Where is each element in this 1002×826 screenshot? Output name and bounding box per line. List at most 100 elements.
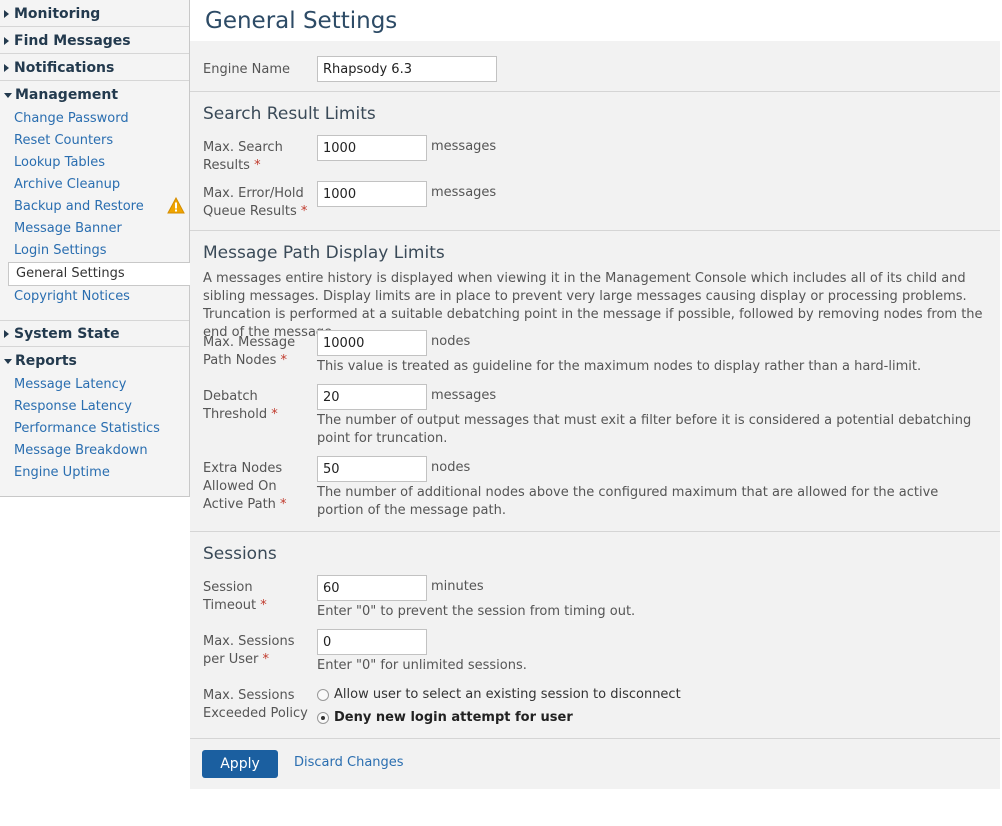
exceeded-policy-label: Max. Sessions Exceeded Policy <box>203 687 308 723</box>
max-path-nodes-label: Max. Message Path Nodes * <box>203 334 308 370</box>
session-timeout-help: Enter "0" to prevent the session from ti… <box>317 604 636 619</box>
policy-option-allow[interactable]: Allow user to select an existing session… <box>317 687 681 702</box>
label-line: Max. Search <box>203 140 283 155</box>
max-search-results-unit: messages <box>431 139 497 154</box>
label-line: Queue Results <box>203 204 297 219</box>
label-line: Timeout <box>203 598 257 613</box>
nav-section-reports[interactable]: Reports <box>0 348 189 374</box>
nav-section-label: Reports <box>15 353 77 369</box>
nav-section-find-messages[interactable]: Find Messages <box>0 28 189 54</box>
session-timeout-unit: minutes <box>431 579 484 594</box>
discard-changes-link[interactable]: Discard Changes <box>294 755 404 770</box>
chevron-right-icon <box>4 9 9 18</box>
session-timeout-input[interactable] <box>317 575 427 601</box>
label-line: Exceeded Policy <box>203 706 308 721</box>
nav-item-change-password[interactable]: Change Password <box>14 110 129 128</box>
chevron-right-icon <box>4 63 9 72</box>
nav-section-label: Management <box>15 87 119 103</box>
nav-item-general-settings[interactable]: General Settings <box>8 262 191 286</box>
session-timeout-label: Session Timeout * <box>203 579 308 615</box>
required-marker: * <box>260 598 267 613</box>
nav-section-system-state[interactable]: System State <box>0 320 189 347</box>
label-line: Max. Sessions <box>203 688 295 703</box>
nav-item-message-banner[interactable]: Message Banner <box>14 220 122 238</box>
required-marker: * <box>271 407 278 422</box>
label-line: Max. Error/Hold <box>203 186 304 201</box>
label-line: Threshold <box>203 407 268 422</box>
engine-name-label: Engine Name <box>203 62 291 77</box>
label-line: Session <box>203 580 253 595</box>
label-line: per User <box>203 652 259 667</box>
nav-item-engine-uptime[interactable]: Engine Uptime <box>14 464 110 482</box>
required-marker: * <box>254 158 261 173</box>
nav-item-message-latency[interactable]: Message Latency <box>14 376 127 394</box>
path-limits-title: Message Path Display Limits <box>203 243 445 263</box>
max-error-hold-input[interactable] <box>317 181 427 207</box>
max-sessions-input[interactable] <box>317 629 427 655</box>
engine-name-input[interactable] <box>317 56 497 82</box>
label-line: Max. Sessions <box>203 634 295 649</box>
extra-nodes-unit: nodes <box>431 460 471 475</box>
nav-section-monitoring[interactable]: Monitoring <box>0 1 189 27</box>
nav-item-performance-statistics[interactable]: Performance Statistics <box>14 420 160 438</box>
max-sessions-label: Max. Sessions per User * <box>203 633 308 669</box>
nav-section-notifications[interactable]: Notifications <box>0 55 189 81</box>
label-line: Path Nodes <box>203 353 277 368</box>
search-limits-title: Search Result Limits <box>203 104 376 124</box>
label-line: Debatch <box>203 389 258 404</box>
extra-nodes-help: The number of additional nodes above the… <box>317 485 939 518</box>
chevron-down-icon <box>4 358 12 364</box>
nav-item-backup-restore[interactable]: Backup and Restore <box>14 198 144 216</box>
max-sessions-help: Enter "0" for unlimited sessions. <box>317 658 527 673</box>
section-divider <box>190 738 1000 739</box>
chevron-right-icon <box>4 36 9 45</box>
policy-option-deny[interactable]: Deny new login attempt for user <box>317 710 573 725</box>
max-path-nodes-input[interactable] <box>317 330 427 356</box>
debatch-threshold-help: The number of output messages that must … <box>317 413 972 446</box>
nav-section-label: Monitoring <box>14 5 101 22</box>
nav-item-lookup-tables[interactable]: Lookup Tables <box>14 154 105 172</box>
max-path-nodes-help: This value is treated as guideline for t… <box>317 359 922 374</box>
extra-nodes-input[interactable] <box>317 456 427 482</box>
radio-button-selected[interactable] <box>317 711 329 724</box>
debatch-threshold-input[interactable] <box>317 384 427 410</box>
sidebar-nav: Monitoring Find Messages Notifications M… <box>0 0 191 497</box>
policy-option-label: Deny new login attempt for user <box>334 710 573 725</box>
label-line: Extra Nodes <box>203 461 283 476</box>
label-line: Active Path <box>203 497 276 512</box>
chevron-down-icon <box>4 92 12 98</box>
chevron-right-icon <box>4 329 9 338</box>
required-marker: * <box>280 353 288 368</box>
nav-item-response-latency[interactable]: Response Latency <box>14 398 132 416</box>
radio-button[interactable] <box>317 688 329 701</box>
nav-section-label: System State <box>14 325 120 342</box>
page-title: General Settings <box>205 8 398 34</box>
nav-item-archive-cleanup[interactable]: Archive Cleanup <box>14 176 120 194</box>
required-marker: * <box>280 497 287 512</box>
debatch-threshold-label: Debatch Threshold * <box>203 388 308 424</box>
section-divider <box>190 230 1000 231</box>
nav-item-message-breakdown[interactable]: Message Breakdown <box>14 442 148 460</box>
section-divider <box>190 91 1000 92</box>
nav-item-reset-counters[interactable]: Reset Counters <box>14 132 113 150</box>
label-line: Max. Message <box>203 335 296 350</box>
max-path-nodes-unit: nodes <box>431 334 471 349</box>
required-marker: * <box>262 652 270 667</box>
max-error-hold-unit: messages <box>431 185 497 200</box>
apply-button[interactable]: Apply <box>202 750 278 778</box>
nav-section-label: Notifications <box>14 59 115 76</box>
nav-section-label: Find Messages <box>14 32 131 49</box>
extra-nodes-label: Extra Nodes Allowed On Active Path * <box>203 460 308 514</box>
max-search-results-input[interactable] <box>317 135 427 161</box>
nav-item-login-settings[interactable]: Login Settings <box>14 242 107 260</box>
nav-item-copyright-notices[interactable]: Copyright Notices <box>14 288 130 306</box>
label-line: Allowed On <box>203 479 277 494</box>
policy-option-label: Allow user to select an existing session… <box>334 687 681 702</box>
required-marker: * <box>300 204 308 219</box>
max-search-results-label: Max. Search Results * <box>203 139 308 175</box>
nav-section-management[interactable]: Management <box>0 82 189 108</box>
label-line: Results <box>203 158 250 173</box>
sessions-title: Sessions <box>203 544 277 564</box>
warning-icon <box>167 197 185 214</box>
section-divider <box>190 531 1000 532</box>
